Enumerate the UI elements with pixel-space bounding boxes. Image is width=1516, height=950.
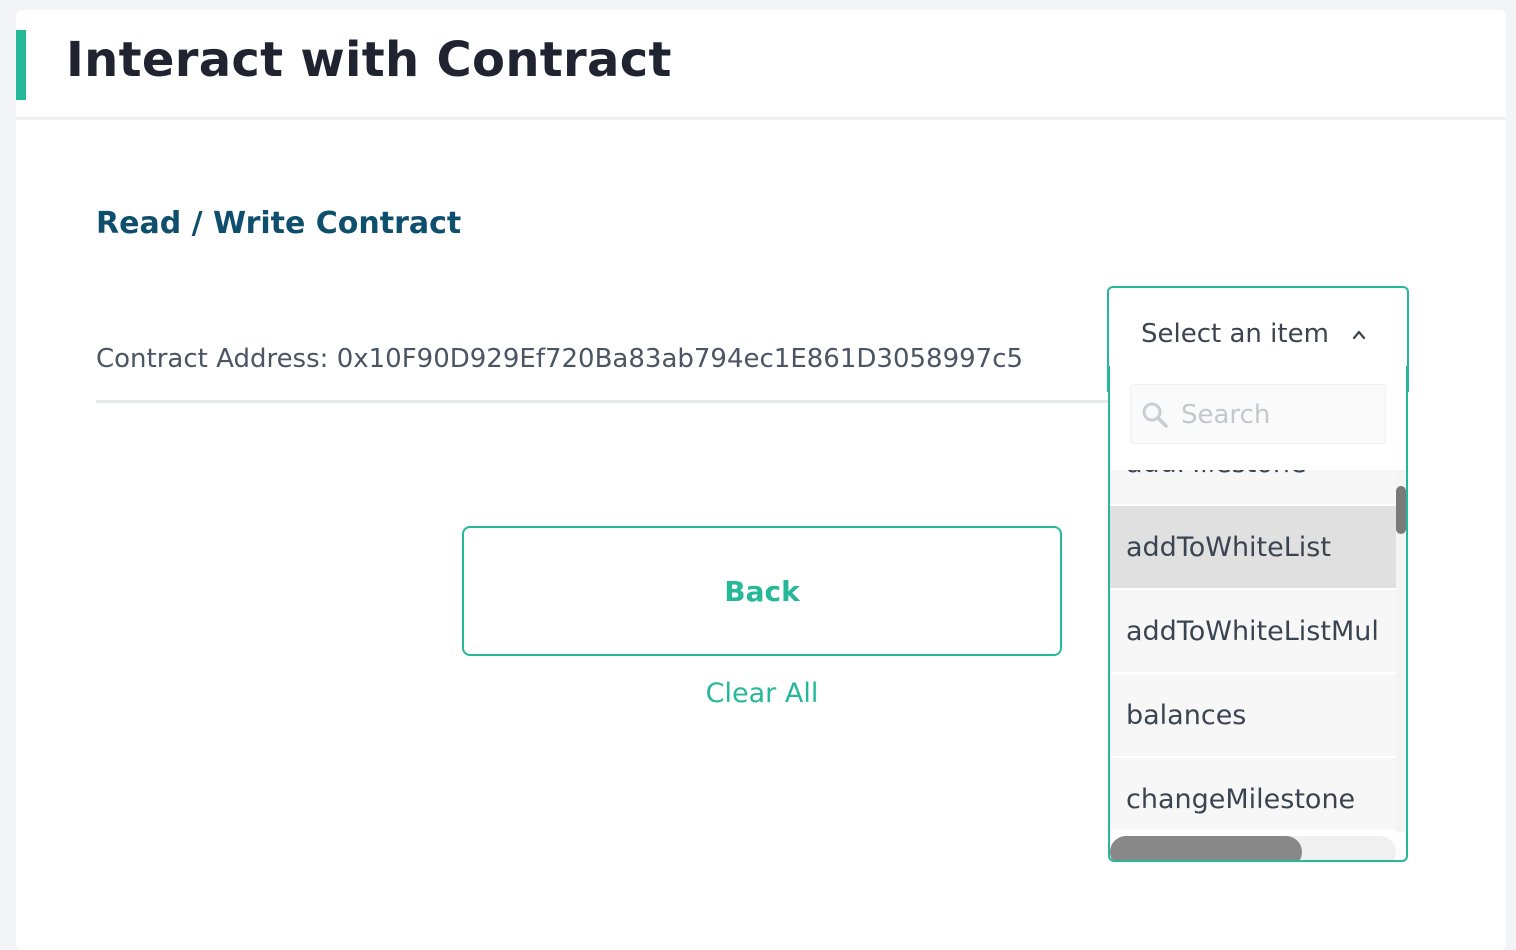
- function-dropdown-panel: addMilestone addToWhiteList addToWhiteLi…: [1108, 366, 1408, 862]
- contract-address-label: Contract Address:: [96, 344, 337, 374]
- vertical-scrollbar-thumb[interactable]: [1396, 486, 1406, 534]
- select-placeholder: Select an item: [1141, 319, 1329, 349]
- horizontal-scrollbar-thumb[interactable]: [1110, 836, 1302, 860]
- page-header: Interact with Contract: [16, 10, 1506, 120]
- back-button[interactable]: Back: [462, 526, 1062, 656]
- contract-address-row: Contract Address: 0x10F90D929Ef720Ba83ab…: [96, 337, 1126, 403]
- clear-all-link[interactable]: Clear All: [462, 678, 1062, 709]
- header-accent-bar: [16, 30, 26, 100]
- chevron-up-icon: [1352, 330, 1366, 340]
- option-addtowhitelist[interactable]: addToWhiteList: [1110, 506, 1396, 590]
- option-changemilestone[interactable]: changeMilestone: [1110, 758, 1396, 830]
- option-addmilestone[interactable]: addMilestone: [1110, 470, 1396, 506]
- search-icon: [1142, 402, 1168, 428]
- options-list: addMilestone addToWhiteList addToWhiteLi…: [1110, 470, 1396, 830]
- dropdown-search-box: [1130, 384, 1386, 444]
- contract-address-value: 0x10F90D929Ef720Ba83ab794ec1E861D3058997…: [336, 344, 1024, 374]
- page-title: Interact with Contract: [66, 32, 672, 88]
- options-viewport: addMilestone addToWhiteList addToWhiteLi…: [1110, 470, 1396, 830]
- search-input[interactable]: [1179, 393, 1379, 437]
- option-addtowhitelistmul[interactable]: addToWhiteListMul: [1110, 590, 1396, 674]
- option-balances[interactable]: balances: [1110, 674, 1396, 758]
- section-title: Read / Write Contract: [96, 206, 462, 241]
